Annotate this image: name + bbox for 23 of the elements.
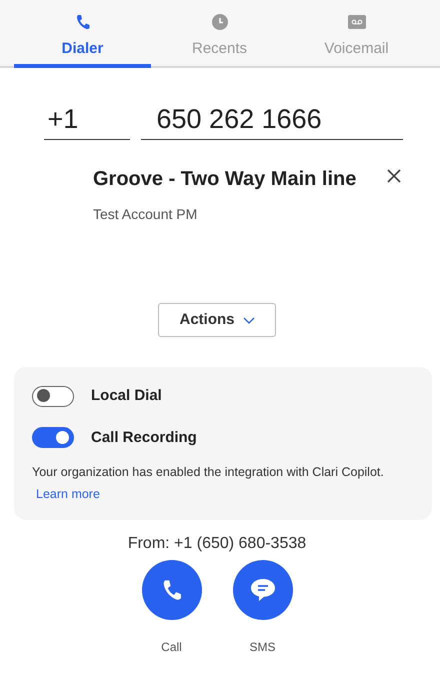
learn-more-link[interactable]: Learn more xyxy=(36,486,100,501)
integration-note: Your organization has enabled the integration with Clari Copilot. xyxy=(32,464,385,481)
phone-icon xyxy=(162,578,182,601)
toggle-label: Call Recording xyxy=(91,428,197,448)
chat-bubble-icon xyxy=(250,578,276,602)
country-code-field[interactable]: +1 xyxy=(44,100,130,140)
button-label: Call xyxy=(161,638,182,656)
from-number: From: +1 (650) 680-3538 xyxy=(126,534,308,554)
phone-icon xyxy=(76,14,90,30)
toggle-label: Local Dial xyxy=(91,386,162,406)
contact-name: Groove - Two Way Main line xyxy=(93,167,356,192)
toggle-switch[interactable] xyxy=(32,427,74,448)
clock-icon xyxy=(212,14,228,30)
button-label: SMS xyxy=(249,638,276,656)
toggle-switch[interactable] xyxy=(32,386,74,407)
tab[interactable]: Dialer xyxy=(14,0,151,68)
caret-icon xyxy=(242,316,254,324)
voicemail-icon xyxy=(348,14,366,30)
phone-number-field[interactable]: 650 262 1666 xyxy=(140,100,402,140)
tab[interactable]: Recents xyxy=(151,0,288,68)
account-name: Test Account PM xyxy=(93,205,198,224)
tab[interactable]: Voicemail xyxy=(288,0,425,68)
actions-button[interactable]: Actions xyxy=(158,303,276,337)
